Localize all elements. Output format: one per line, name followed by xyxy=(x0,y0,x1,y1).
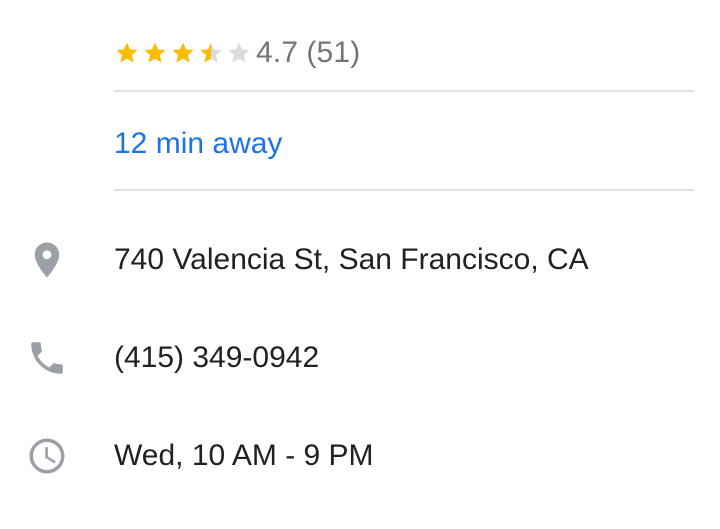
star-icon xyxy=(116,42,138,63)
divider xyxy=(114,90,694,92)
review-count[interactable]: (51) xyxy=(306,36,360,70)
clock-icon xyxy=(26,435,68,477)
address-text: 740 Valencia St, San Francisco, CA xyxy=(114,243,589,276)
divider xyxy=(114,189,694,191)
phone-row[interactable]: (415) 349-0942 xyxy=(0,328,720,388)
rating-value: 4.7 xyxy=(256,36,299,69)
star-icon xyxy=(172,42,194,63)
half-star-icon xyxy=(200,42,222,63)
phone-icon xyxy=(26,337,68,379)
phone-text: (415) 349-0942 xyxy=(114,341,320,374)
hours-text: Wed, 10 AM - 9 PM xyxy=(114,439,374,472)
address-row[interactable]: 740 Valencia St, San Francisco, CA xyxy=(0,230,720,290)
star-rating xyxy=(114,40,254,66)
location-pin-icon xyxy=(26,239,68,281)
rating-row: 4.7 (51) xyxy=(114,28,360,78)
travel-time-link[interactable]: 12 min away xyxy=(114,122,282,166)
empty-star-icon xyxy=(228,42,250,63)
hours-row[interactable]: Wed, 10 AM - 9 PM xyxy=(0,426,720,486)
star-icon xyxy=(144,42,166,63)
